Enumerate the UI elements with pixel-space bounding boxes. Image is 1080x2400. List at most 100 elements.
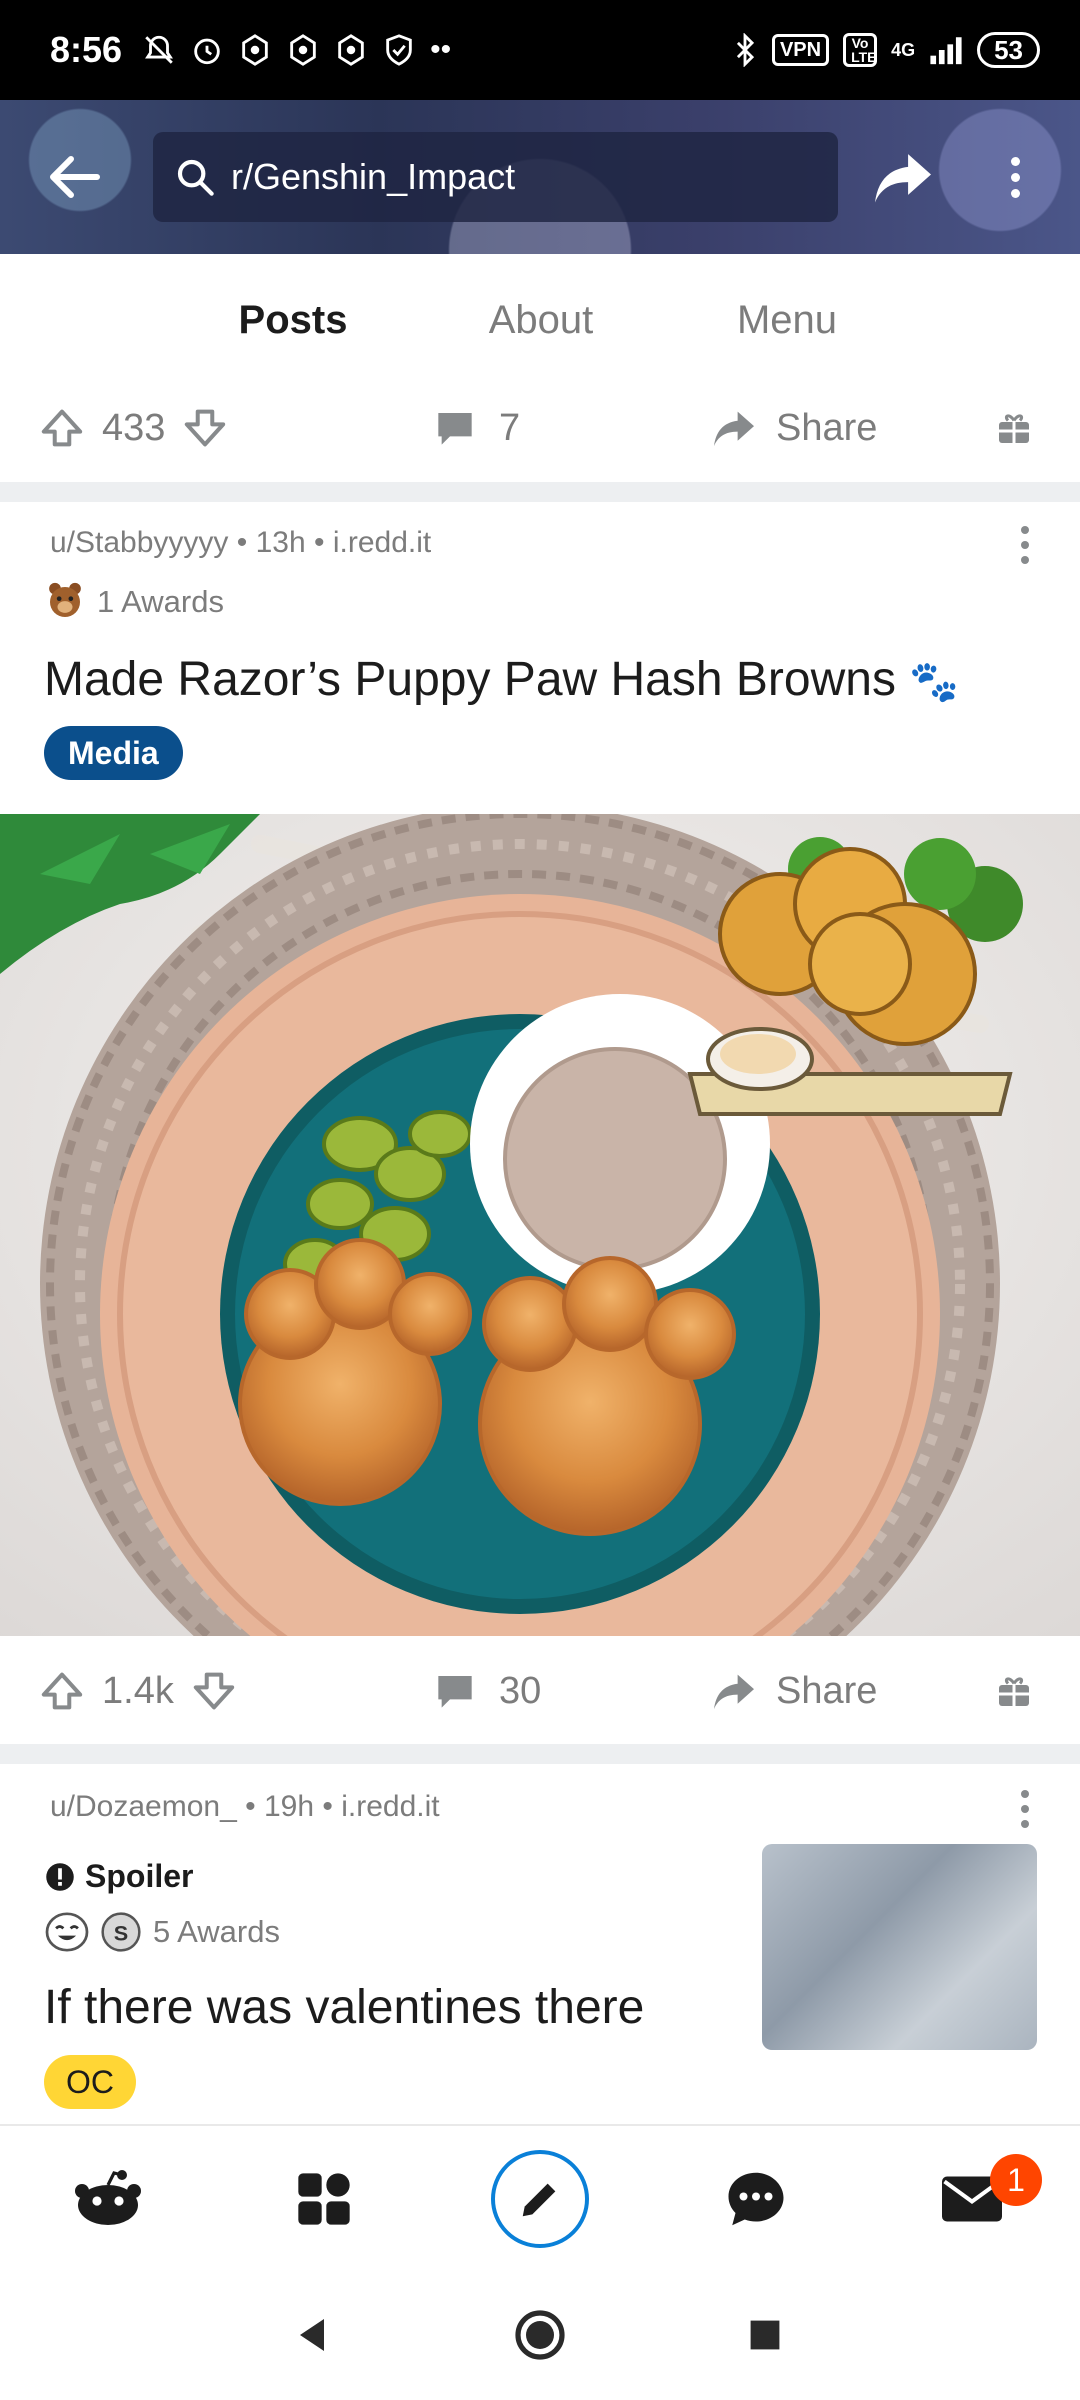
game-app-icon [242,34,268,66]
dot [1021,526,1029,534]
meta-separator: • [236,526,256,559]
share-subreddit-button[interactable] [868,142,938,212]
vote-group: 1.4k [40,1670,236,1713]
dot [1010,172,1020,182]
laughing-award-icon [45,1912,89,1952]
reddit-snoo-icon [75,2170,141,2225]
back-button[interactable] [40,142,110,212]
post-domain[interactable]: i.redd.it [333,526,431,559]
awards-count: 5 Awards [153,1914,280,1949]
vote-group: 433 [40,407,227,450]
downvote-icon[interactable] [183,408,227,448]
game-app-icon [290,34,316,66]
award-gift-icon[interactable] [996,410,1032,446]
upvote-icon[interactable] [40,408,84,448]
food-photo [0,814,1080,1636]
share-label: Share [776,406,878,449]
bear-award-icon [49,582,81,617]
grid-icon [298,2173,350,2225]
upvote-icon[interactable] [40,1671,84,1711]
comments-button[interactable]: 7 [435,407,520,450]
subreddit-tabs: Posts About Menu [0,254,1080,388]
search-text: r/Genshin_Impact [231,156,516,197]
vote-count: 433 [102,406,166,449]
overflow-menu-button[interactable] [990,142,1040,212]
nav-chat[interactable] [686,2126,826,2272]
meta-separator: • [245,1790,264,1823]
battery-indicator: 53 [977,32,1040,68]
nav-create-post[interactable] [470,2126,610,2272]
dot [1021,1805,1029,1813]
meta-separator: • [322,1790,342,1823]
post-title[interactable]: If there was valentines there [44,1980,644,2035]
status-time: 8:56 [50,29,123,70]
post-separator [0,1744,1080,1764]
chat-icon [728,2172,784,2226]
comments-button[interactable]: 30 [435,1670,541,1713]
post-meta: u/Stabbyyyyy • 13h • i.redd.it [50,526,431,560]
svg-text:S: S [114,1920,128,1945]
network-type: 4G [891,39,916,60]
post-title-text: Made Razor’s Puppy Paw Hash Browns [44,653,896,706]
nav-home[interactable] [38,2126,178,2272]
post-title[interactable]: Made Razor’s Puppy Paw Hash Browns 🐾 [44,652,959,707]
status-bar: 8:56 •• VPN Vo LTE 4G 53 [0,0,1080,100]
dot [1010,188,1020,198]
post-author[interactable]: u/Dozaemon_ [50,1790,237,1823]
system-back-button[interactable] [272,2300,352,2370]
arrow-left-icon [50,156,100,198]
flair-media[interactable]: Media [44,726,183,780]
volte-indicator: Vo LTE [843,33,878,67]
dot [1021,541,1029,549]
game-app-icon [338,34,364,66]
silver-award-icon: S [101,1912,141,1952]
comment-icon [438,1676,472,1708]
inbox-badge: 1 [990,2154,1042,2206]
share-button[interactable]: Share [712,407,877,450]
post-options-button[interactable] [1010,526,1040,564]
system-navigation-bar [0,2270,1080,2400]
dot [1021,1790,1029,1798]
flair-oc[interactable]: OC [44,2055,136,2109]
bottom-navigation: 1 [0,2124,1080,2270]
tab-about[interactable]: About [418,254,664,386]
spoiler-text: Spoiler [85,1858,194,1894]
more-notifications-icon: •• [430,33,452,66]
post-author[interactable]: u/Stabbyyyyy [50,526,228,559]
alarm-icon [194,38,220,65]
nav-communities[interactable] [254,2126,394,2272]
system-recents-button[interactable] [725,2300,805,2370]
tab-menu[interactable]: Menu [664,254,910,386]
awards-row[interactable]: S 5 Awards [45,1912,280,1952]
vote-count: 1.4k [102,1669,174,1712]
shield-check-icon [386,34,412,66]
tab-posts[interactable]: Posts [170,254,416,388]
awards-row[interactable]: 1 Awards [45,580,224,624]
paw-emoji: 🐾 [909,660,960,704]
pencil-icon [522,2180,559,2217]
post-domain[interactable]: i.redd.it [341,1790,439,1823]
bell-off-icon [145,35,174,64]
system-home-button[interactable] [500,2300,580,2370]
award-gift-icon[interactable] [996,1673,1032,1709]
comment-icon [438,413,472,445]
meta-separator: • [314,526,333,559]
post-separator [0,482,1080,502]
triangle-back-icon [300,2319,324,2351]
search-input[interactable]: r/Genshin_Impact [153,132,838,222]
alert-circle-icon [46,1862,74,1891]
post-thumbnail-blurred[interactable] [762,1844,1037,2050]
post-options-button[interactable] [1010,1790,1040,1828]
awards-count: 1 Awards [97,584,224,619]
dot [1021,556,1029,564]
post-age: 19h [263,1790,315,1823]
share-icon [714,411,754,447]
share-label: Share [776,1669,878,1712]
notification-icons: •• [142,33,451,67]
share-button[interactable]: Share [712,1670,877,1713]
comment-count: 7 [499,406,521,449]
post-image[interactable] [0,814,1080,1636]
downvote-icon[interactable] [192,1671,236,1711]
vpn-indicator: VPN [771,34,830,66]
dot [1010,156,1020,166]
